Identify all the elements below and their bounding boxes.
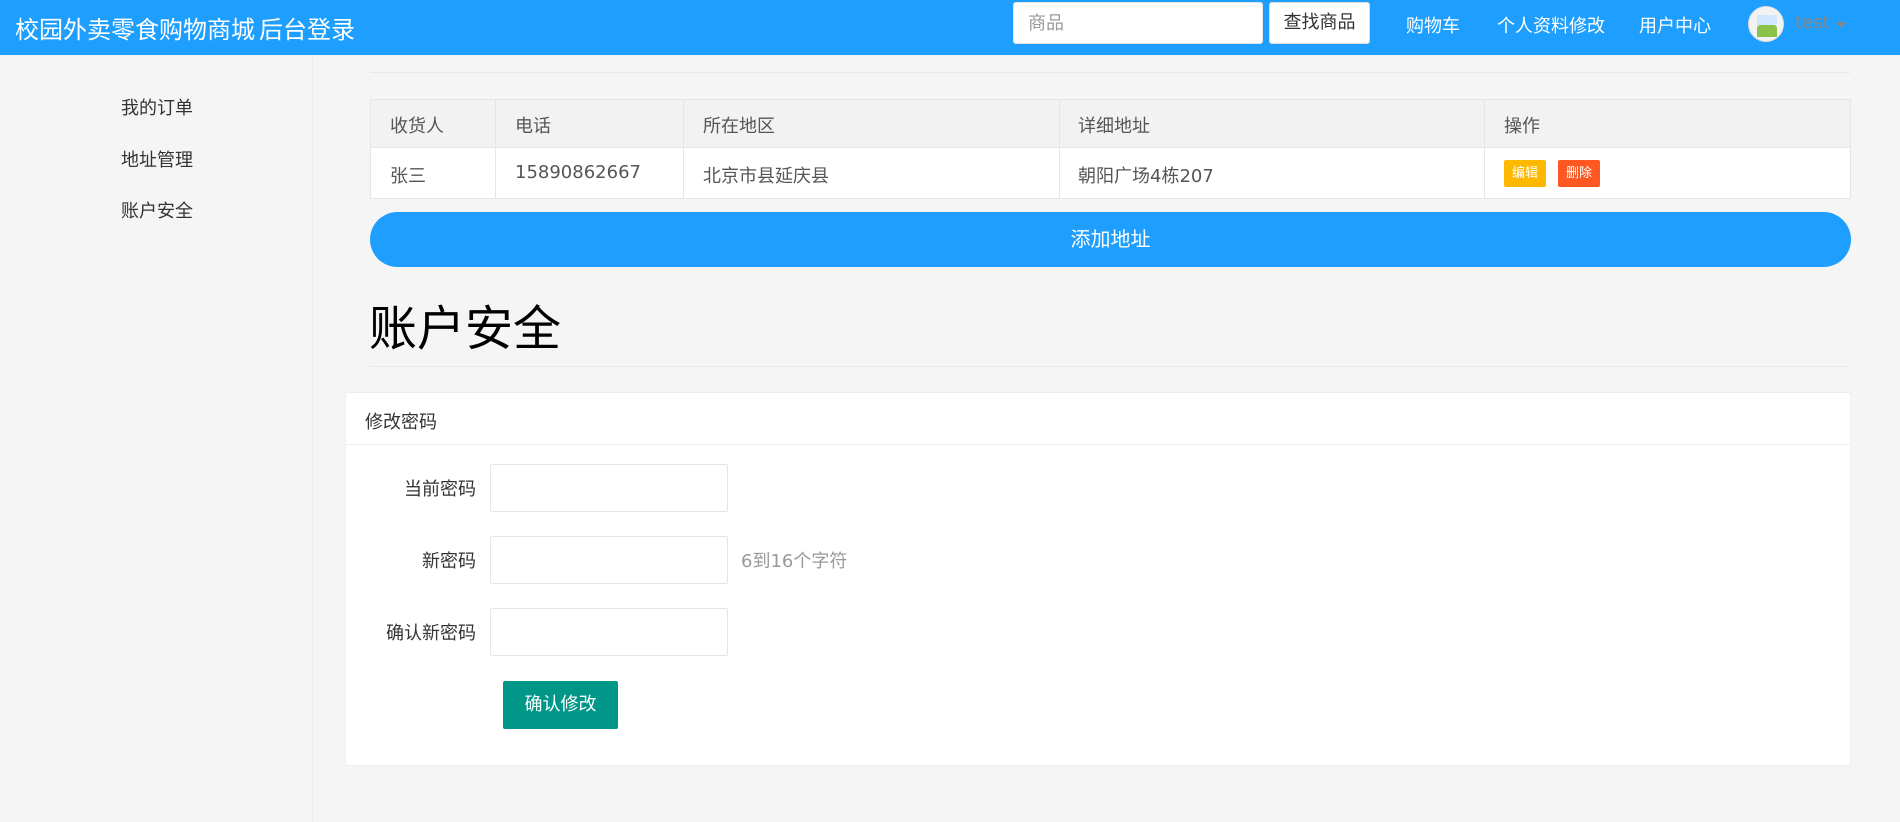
card-title: 修改密码 bbox=[365, 412, 437, 433]
address-table: 收货人 电话 所在地区 详细地址 操作 张三 15890862667 北京市县延… bbox=[370, 99, 1851, 199]
col-header-phone: 电话 bbox=[515, 116, 551, 137]
chevron-down-icon[interactable] bbox=[1836, 22, 1846, 28]
edit-button[interactable]: 编辑 bbox=[1504, 160, 1546, 187]
delete-button[interactable]: 删除 bbox=[1558, 160, 1600, 187]
current-password-label: 当前密码 bbox=[404, 479, 476, 500]
change-password-card: 修改密码 当前密码 新密码 6到16个字符 确认新密码 确认修改 bbox=[345, 392, 1851, 766]
confirm-password-input[interactable] bbox=[490, 608, 728, 656]
row-receiver: 张三 bbox=[390, 166, 426, 187]
site-brand[interactable]: 校园外卖零食购物商城 bbox=[15, 10, 255, 45]
divider bbox=[370, 366, 1850, 367]
search-button[interactable]: 查找商品 bbox=[1269, 2, 1370, 44]
sidebar: 我的订单 地址管理 账户安全 bbox=[0, 55, 313, 822]
sidebar-item-orders[interactable]: 我的订单 bbox=[121, 94, 193, 120]
nav-profile-edit-link[interactable]: 个人资料修改 bbox=[1497, 12, 1605, 38]
avatar-image-icon bbox=[1757, 15, 1777, 25]
confirm-change-button[interactable]: 确认修改 bbox=[503, 681, 618, 729]
card-header: 修改密码 bbox=[346, 393, 1850, 445]
add-address-button[interactable]: 添加地址 bbox=[370, 212, 1851, 267]
row-address: 朝阳广场4栋207 bbox=[1078, 166, 1214, 187]
new-password-label: 新密码 bbox=[422, 551, 476, 572]
admin-login-link[interactable]: 后台登录 bbox=[259, 10, 355, 45]
row-region: 北京市县延庆县 bbox=[703, 166, 829, 187]
current-password-input[interactable] bbox=[490, 464, 728, 512]
new-password-hint: 6到16个字符 bbox=[741, 551, 848, 572]
search-input[interactable] bbox=[1013, 2, 1263, 44]
nav-user-center-link[interactable]: 用户中心 bbox=[1639, 12, 1711, 38]
sidebar-item-address[interactable]: 地址管理 bbox=[121, 146, 193, 172]
col-header-actions: 操作 bbox=[1504, 116, 1540, 137]
top-header: 校园外卖零食购物商城 后台登录 查找商品 购物车 个人资料修改 用户中心 tes… bbox=[0, 0, 1900, 55]
new-password-input[interactable] bbox=[490, 536, 728, 584]
nav-cart-link[interactable]: 购物车 bbox=[1406, 12, 1460, 38]
avatar[interactable] bbox=[1748, 6, 1784, 42]
col-header-region: 所在地区 bbox=[703, 116, 775, 137]
col-header-receiver: 收货人 bbox=[390, 116, 444, 137]
confirm-password-label: 确认新密码 bbox=[386, 623, 476, 644]
username-label[interactable]: test bbox=[1795, 12, 1830, 33]
sidebar-item-security[interactable]: 账户安全 bbox=[121, 197, 193, 223]
row-phone: 15890862667 bbox=[515, 162, 641, 183]
section-title-security: 账户安全 bbox=[369, 301, 562, 357]
col-header-address: 详细地址 bbox=[1078, 116, 1150, 137]
divider bbox=[370, 72, 1850, 73]
